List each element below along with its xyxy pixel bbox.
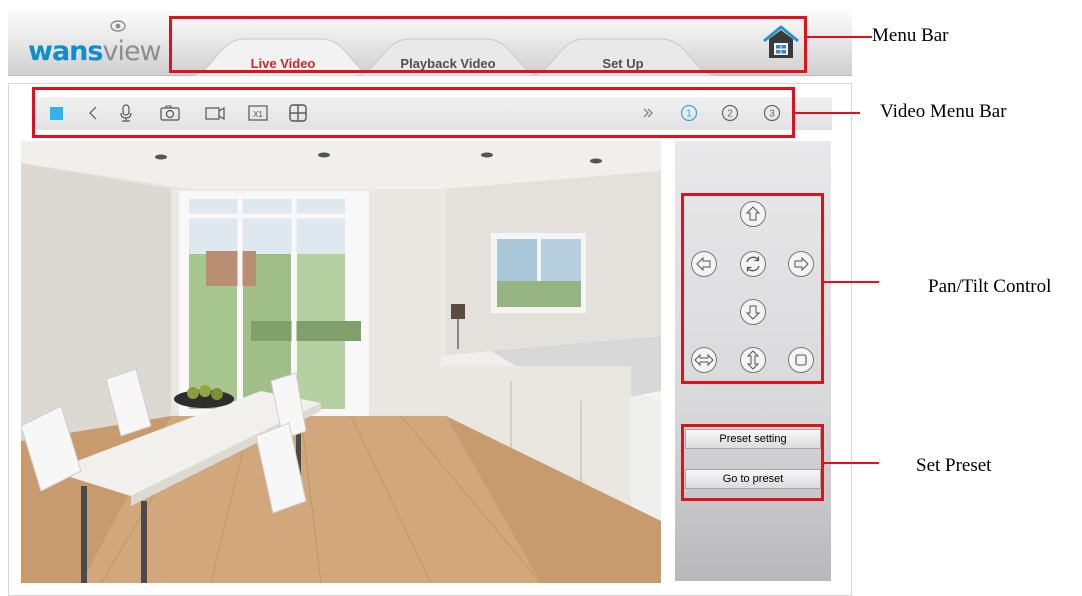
fast-forward-icon (643, 108, 653, 118)
speaker-button[interactable] (80, 101, 104, 125)
zoom-x1-icon: X1 (248, 105, 268, 121)
pan-left-button[interactable] (690, 250, 718, 278)
live-video-image (21, 141, 661, 583)
stream-2-icon: 2 (721, 104, 739, 122)
stream-1-button[interactable]: 1 (677, 101, 701, 125)
pan-up-button[interactable] (739, 200, 767, 228)
stop-button[interactable] (44, 101, 68, 125)
video-toolbar: X1 1 2 3 (32, 97, 832, 130)
stop-cruise-button[interactable] (787, 346, 815, 374)
live-video-feed[interactable] (21, 141, 661, 583)
tab-playback-video[interactable]: Playback Video (353, 35, 543, 76)
microphone-icon (120, 104, 132, 122)
set-preset-leader-line (824, 462, 879, 464)
arrow-down-icon (740, 299, 766, 325)
tab-strip: Live Video Playback Video Set Up (8, 10, 852, 76)
speaker-icon (89, 106, 97, 120)
record-button[interactable] (203, 101, 227, 125)
video-record-icon (205, 106, 225, 121)
camera-snapshot-icon (160, 105, 180, 121)
expand-streams-button[interactable] (637, 101, 661, 125)
video-menu-bar-leader-line (795, 112, 860, 114)
svg-text:1: 1 (686, 109, 692, 120)
go-to-preset-button[interactable]: Go to preset (685, 469, 821, 489)
vertical-cruise-button[interactable] (739, 346, 767, 374)
multi-view-grid-icon (289, 104, 307, 122)
stop-icon (50, 107, 63, 120)
arrow-right-icon (788, 251, 814, 277)
svg-text:3: 3 (769, 109, 775, 120)
pan-down-button[interactable] (739, 298, 767, 326)
rotate-icon (740, 251, 766, 277)
tab-label: Set Up (602, 56, 644, 71)
tab-live-video[interactable]: Live Video (188, 35, 378, 76)
pan-tilt-leader-line (824, 281, 879, 283)
home-icon[interactable] (760, 23, 802, 61)
set-preset-annotation: Set Preset (916, 455, 992, 476)
microphone-button[interactable] (114, 101, 138, 125)
horizontal-cruise-icon (691, 347, 717, 373)
arrow-up-icon (740, 201, 766, 227)
menu-bar: wansview Live Video Playback Video Set U… (8, 10, 852, 76)
snapshot-button[interactable] (158, 101, 182, 125)
vertical-cruise-icon (740, 347, 766, 373)
arrow-left-icon (691, 251, 717, 277)
stream-3-icon: 3 (763, 104, 781, 122)
video-menu-bar-annotation: Video Menu Bar (880, 101, 1007, 122)
multi-view-button[interactable] (286, 101, 310, 125)
auto-rotate-button[interactable] (739, 250, 767, 278)
menu-bar-annotation: Menu Bar (872, 25, 949, 46)
svg-text:2: 2 (727, 109, 733, 120)
preset-setting-button[interactable]: Preset setting (685, 429, 821, 449)
pan-right-button[interactable] (787, 250, 815, 278)
horizontal-cruise-button[interactable] (690, 346, 718, 374)
stop-cruise-icon (788, 347, 814, 373)
stream-1-icon: 1 (680, 104, 698, 122)
tab-label: Live Video (250, 56, 316, 71)
zoom-x1-button[interactable]: X1 (246, 101, 270, 125)
svg-text:X1: X1 (253, 110, 263, 119)
tab-label: Playback Video (400, 56, 496, 71)
tab-set-up[interactable]: Set Up (528, 35, 718, 76)
menu-bar-leader-line (807, 36, 872, 38)
pan-tilt-annotation: Pan/Tilt Control (928, 276, 1052, 297)
stream-3-button[interactable]: 3 (760, 101, 784, 125)
stream-2-button[interactable]: 2 (718, 101, 742, 125)
